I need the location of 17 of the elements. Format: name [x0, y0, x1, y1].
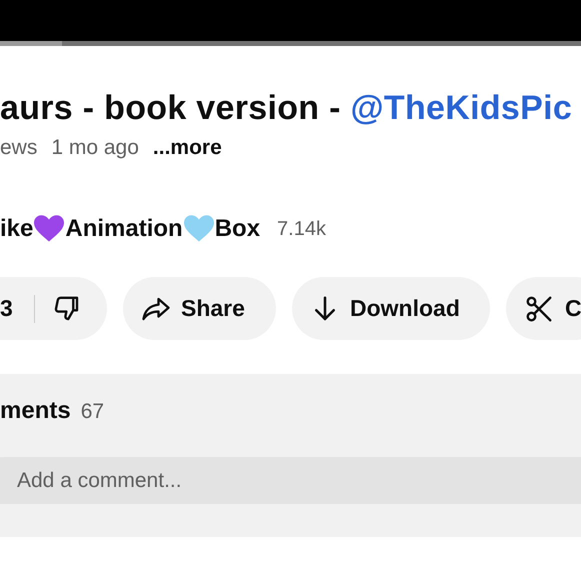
- channel-link[interactable]: @TheKidsPic: [350, 89, 572, 127]
- channel-name[interactable]: Animation: [65, 215, 183, 243]
- more-link[interactable]: ...more: [152, 135, 222, 161]
- video-title: aurs - book version -: [0, 89, 342, 127]
- clip-button[interactable]: C: [506, 277, 581, 340]
- download-button[interactable]: Download: [292, 277, 490, 340]
- comment-field[interactable]: Add a comment...: [0, 457, 581, 504]
- like-button[interactable]: 3: [0, 295, 13, 322]
- channel-name[interactable]: Box: [214, 215, 260, 243]
- channel-name[interactable]: ike: [0, 215, 34, 243]
- scissors-icon: [524, 294, 554, 324]
- upload-age: 1 mo ago: [51, 135, 139, 161]
- comments-heading: ments: [0, 397, 71, 425]
- comment-count: 67: [80, 400, 104, 424]
- view-count: ews: [0, 135, 38, 161]
- share-button[interactable]: Share: [123, 277, 276, 340]
- subscriber-count: 7.14k: [277, 218, 326, 240]
